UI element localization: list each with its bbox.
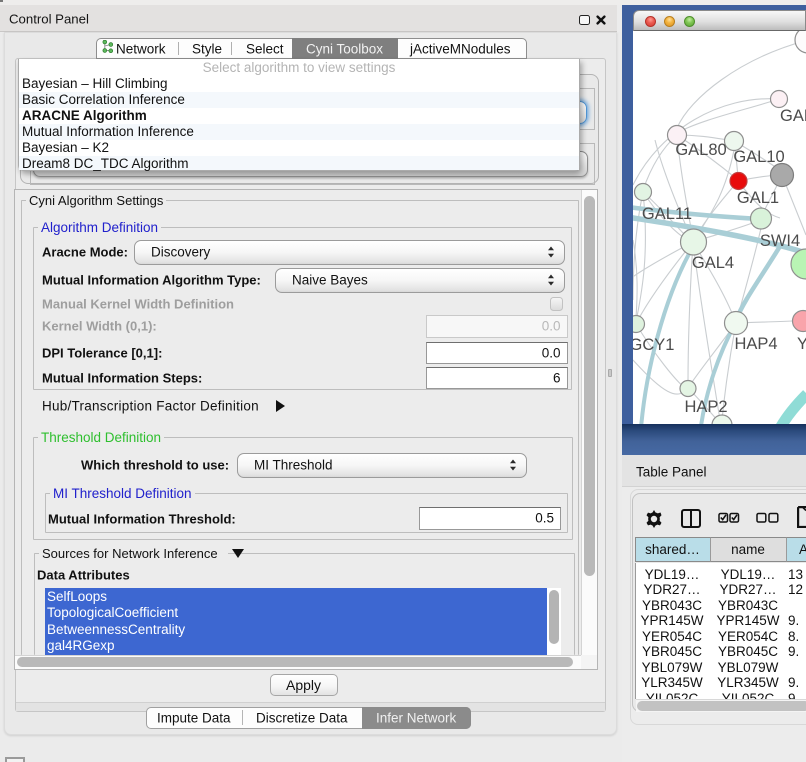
svg-text:GAL11: GAL11	[642, 205, 692, 223]
svg-text:HAP2: HAP2	[684, 398, 727, 416]
svg-text:Y: Y	[797, 335, 806, 353]
svg-text:GAL1: GAL1	[737, 189, 779, 207]
svg-text:GAL80: GAL80	[675, 141, 726, 159]
svg-text:GAL10: GAL10	[733, 148, 784, 166]
svg-text:GAL7: GAL7	[780, 107, 806, 125]
svg-text:GAL4: GAL4	[692, 254, 734, 272]
svg-text:SWI4: SWI4	[760, 232, 800, 250]
svg-text:HAP4: HAP4	[734, 335, 777, 353]
svg-text:GCY1: GCY1	[633, 336, 674, 354]
